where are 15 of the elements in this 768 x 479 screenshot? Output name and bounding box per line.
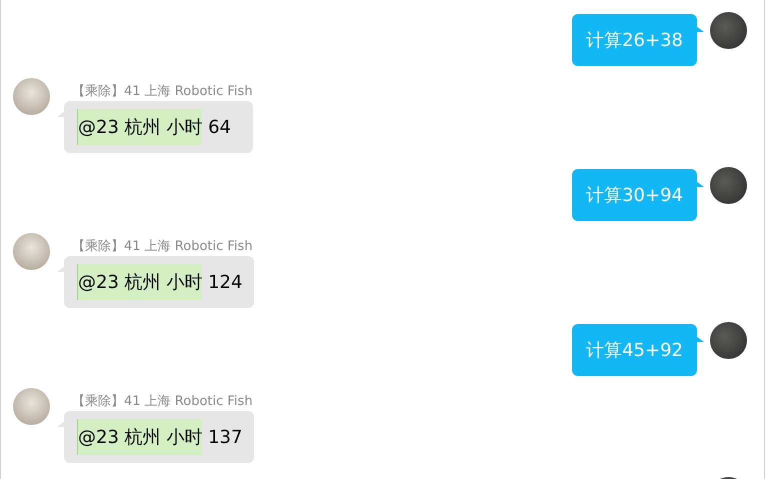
message-bubble: 计算45+92	[572, 324, 704, 376]
message-text: 64	[207, 116, 231, 138]
mention-tag[interactable]: @23 杭州 小时	[77, 419, 202, 455]
sender-name: 【乘除】41 上海 Robotic Fish	[72, 238, 254, 256]
sender-name: 【乘除】41 上海 Robotic Fish	[72, 83, 253, 101]
mention-tag[interactable]: @23 杭州 小时	[77, 109, 202, 145]
message-text: 137	[207, 426, 242, 448]
avatar[interactable]	[710, 167, 747, 204]
message-bubble: 计算30+94	[572, 169, 704, 221]
sender-name: 【乘除】41 上海 Robotic Fish	[72, 393, 254, 411]
avatar[interactable]	[710, 12, 747, 49]
message-text: 124	[207, 272, 242, 292]
mention-tag[interactable]: @23 杭州 小时	[77, 264, 202, 300]
avatar[interactable]	[710, 322, 747, 359]
message-bubble: 计算26+38	[572, 14, 704, 66]
